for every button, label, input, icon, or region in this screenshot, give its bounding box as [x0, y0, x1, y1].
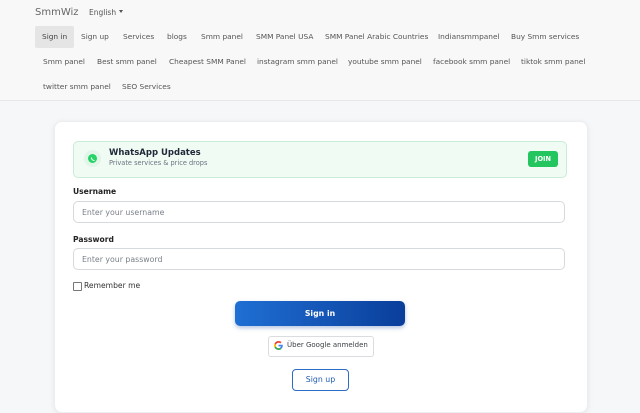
google-sign-in-label: Über Google anmelden [287, 341, 368, 349]
google-icon [274, 341, 283, 350]
language-label: English [89, 8, 117, 17]
whatsapp-subtitle: Private services & price drops [109, 159, 208, 167]
join-button[interactable]: JOIN [528, 151, 558, 167]
nav-link-seo-services[interactable]: SEO Services [122, 82, 171, 92]
nav-link-buy-smm-services[interactable]: Buy Smm services [511, 32, 579, 42]
language-selector[interactable]: English [89, 8, 124, 18]
nav-link-facebook-smm-panel[interactable]: facebook smm panel [433, 57, 510, 67]
nav-link-twitter-smm-panel[interactable]: twitter smm panel [43, 82, 111, 92]
password-label: Password [73, 235, 114, 244]
whatsapp-title: WhatsApp Updates [109, 148, 201, 158]
username-label: Username [73, 187, 117, 196]
chevron-down-icon [119, 10, 124, 13]
username-input[interactable] [73, 201, 565, 223]
nav-link-cheapest-smm-panel[interactable]: Cheapest SMM Panel [169, 57, 246, 67]
whatsapp-icon [84, 150, 101, 167]
nav-link-youtube-smm-panel[interactable]: youtube smm panel [348, 57, 422, 67]
nav-link-smm-panel-arabic[interactable]: SMM Panel Arabic Countries [325, 32, 428, 42]
nav-link-indiansmmpanel[interactable]: Indiansmmpanel [438, 32, 500, 42]
brand-logo[interactable]: SmmWiz [35, 6, 79, 20]
nav-link-sign-up[interactable]: Sign up [81, 32, 109, 42]
nav-link-smm-panel[interactable]: Smm panel [201, 32, 243, 42]
sign-in-button[interactable]: Sign in [235, 301, 405, 326]
nav-link-smm-panel-2[interactable]: Smm panel [43, 57, 85, 67]
sign-up-button[interactable]: Sign up [292, 369, 349, 391]
nav-link-instagram-smm-panel[interactable]: instagram smm panel [257, 57, 338, 67]
nav-link-best-smm-panel[interactable]: Best smm panel [97, 57, 157, 67]
remember-me-checkbox[interactable] [73, 282, 82, 291]
remember-me-label[interactable]: Remember me [84, 281, 140, 291]
nav-link-tiktok-smm-panel[interactable]: tiktok smm panel [521, 57, 585, 67]
nav-link-sign-in[interactable]: Sign in [35, 26, 75, 48]
password-input[interactable] [73, 248, 565, 270]
nav-link-smm-panel-usa[interactable]: SMM Panel USA [256, 32, 313, 42]
nav-link-blogs[interactable]: blogs [167, 32, 187, 42]
nav-link-services[interactable]: Services [123, 32, 154, 42]
